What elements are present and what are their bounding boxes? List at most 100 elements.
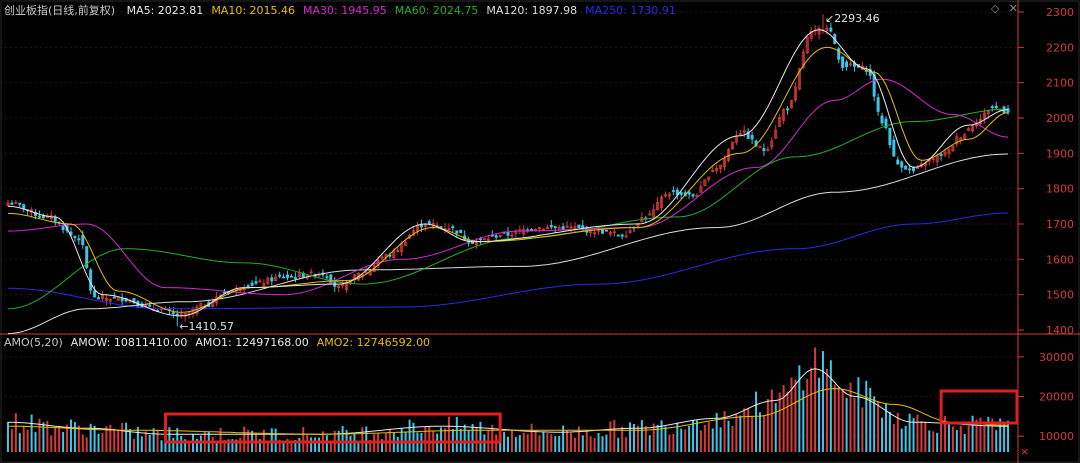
index-name: 创业板指 <box>4 4 48 17</box>
candle-down <box>750 135 754 140</box>
ma-line-ma10 <box>7 46 1009 313</box>
volume-bar-up <box>814 347 817 452</box>
volume-bar-up <box>424 426 427 452</box>
candle-down <box>616 234 620 237</box>
volume-bar-up <box>585 430 588 452</box>
volume-bar-up <box>833 384 836 452</box>
volume-unit-label: × <box>1020 445 1029 458</box>
amo-legend-item: AMO1: 12497168.00 <box>195 336 309 349</box>
volume-tick-label: 10000 <box>1039 430 1074 443</box>
volume-bar-down <box>62 431 65 452</box>
volume-bar-up <box>877 401 880 452</box>
volume-bar-down <box>140 436 143 452</box>
candle-down <box>506 232 510 236</box>
diamond-icon[interactable]: ◇ <box>991 2 999 15</box>
volume-bar-down <box>963 434 966 452</box>
volume-bar-up <box>983 426 986 452</box>
volume-bar-up <box>121 422 124 452</box>
ma-legend-item: MA60: 2024.75 <box>394 4 479 17</box>
candle-down <box>325 276 329 279</box>
volume-bar-down <box>365 426 368 452</box>
volume-bar-up <box>14 413 17 452</box>
volume-bar-up <box>951 426 954 452</box>
volume-bar-down <box>711 428 714 452</box>
volume-bar-down <box>900 428 903 452</box>
volume-bar-down <box>459 428 462 452</box>
volume-bar-up <box>825 369 828 452</box>
volume-bar-down <box>688 425 691 452</box>
candle-down <box>530 229 534 231</box>
candle-down <box>845 61 849 68</box>
volume-bar-down <box>34 432 37 452</box>
volume-bar-down <box>936 432 939 452</box>
volume-bar-up <box>38 418 41 452</box>
candle-down <box>494 235 498 238</box>
volume-bar-up <box>613 419 616 452</box>
volume-bar-up <box>967 425 970 452</box>
volume-bar-down <box>908 413 911 452</box>
volume-bar-up <box>672 433 675 452</box>
volume-bar-up <box>707 422 710 452</box>
volume-bar-up <box>81 434 84 452</box>
volume-bar-down <box>160 440 163 452</box>
volume-bar-down <box>869 387 872 452</box>
volume-bar-up <box>589 436 592 452</box>
close-icon[interactable]: ✕ <box>1009 2 1018 15</box>
volume-bar-down <box>507 436 509 452</box>
volume-bar-down <box>136 427 139 452</box>
candle-down <box>81 235 85 246</box>
volume-bar-down <box>739 415 742 452</box>
candle-down <box>112 296 116 299</box>
volume-bar-up <box>113 428 116 452</box>
volume-bar-down <box>129 429 132 452</box>
volume-bar-up <box>522 432 525 452</box>
chart-frame <box>0 0 1080 463</box>
candle-down <box>286 274 290 278</box>
volume-bar-down <box>617 437 620 452</box>
volume-bar-down <box>692 420 695 452</box>
volume-bar-up <box>302 426 305 452</box>
volume-bar-up <box>892 423 895 452</box>
candle-down <box>10 202 14 205</box>
candle-down <box>293 277 297 279</box>
ma-legend-item: MA30: 1945.95 <box>303 4 387 17</box>
volume-bar-up <box>306 435 309 452</box>
candle-down <box>994 105 998 109</box>
volume-bar-up <box>573 437 576 452</box>
candle-down <box>471 241 475 244</box>
volume-bar-down <box>314 437 317 452</box>
volume-bar-up <box>219 427 222 452</box>
candle-down <box>900 161 904 168</box>
volume-bar-up <box>569 432 572 452</box>
volume-bar-down <box>821 351 824 452</box>
volume-bar-up <box>85 437 88 452</box>
candle-down <box>691 194 695 197</box>
volume-bar-up <box>735 414 738 452</box>
ma-legend-item: MA10: 2015.46 <box>211 4 296 17</box>
volume-bar-down <box>755 391 758 452</box>
candle-down <box>620 234 624 237</box>
price-tick-label: 2000 <box>1046 112 1074 125</box>
volume-bar-down <box>298 438 301 452</box>
volume-tick-label: 20000 <box>1039 391 1074 404</box>
candle-down <box>687 191 691 195</box>
volume-bar-up <box>924 421 927 452</box>
candle-down <box>671 190 675 192</box>
volume-bar-down <box>562 425 565 452</box>
candle-down <box>561 226 565 230</box>
volume-bar-down <box>640 420 643 452</box>
volume-bar-down <box>558 435 561 452</box>
volume-bar-down <box>318 437 321 452</box>
price-tick-label: 1400 <box>1046 324 1074 337</box>
volume-bar-down <box>471 423 474 452</box>
candle-down <box>53 216 57 222</box>
volume-bar-down <box>152 428 155 452</box>
volume-bar-down <box>199 435 202 452</box>
volume-bar-up <box>550 434 553 452</box>
candle-down <box>439 226 443 228</box>
ma-legend-item: MA250: 1730.91 <box>585 4 676 17</box>
volume-bar-up <box>766 399 769 452</box>
stock-chart[interactable]: 1400 1500 1600 1700 1800 1900 2000 2100 2200 2300… <box>0 0 1080 463</box>
volume-bar-down <box>97 433 100 452</box>
ma-line-ma30 <box>7 78 1009 296</box>
